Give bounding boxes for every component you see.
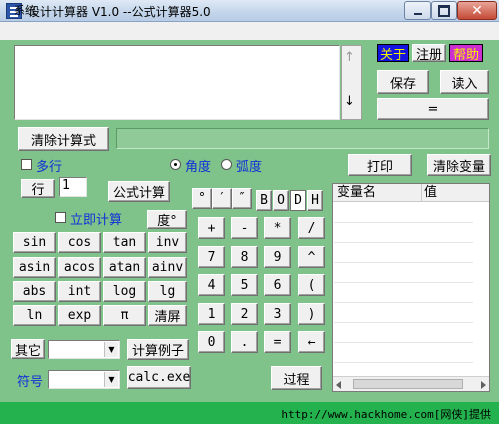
formula-calc-button[interactable]: 公式计算 bbox=[108, 181, 170, 202]
key-2[interactable]: 2 bbox=[231, 303, 258, 325]
calc-example-button[interactable]: 计算例子 bbox=[127, 339, 189, 360]
key-9[interactable]: 9 bbox=[264, 246, 291, 268]
degree-mark-button[interactable]: ° bbox=[192, 188, 212, 209]
key-minus[interactable]: - bbox=[231, 217, 258, 239]
base-octal-button[interactable]: O bbox=[273, 190, 289, 211]
other-combobox[interactable]: ▼ bbox=[48, 340, 120, 359]
menu-bar bbox=[0, 22, 499, 40]
fn-inv-button[interactable]: inv bbox=[148, 232, 187, 253]
variable-name-header[interactable]: 变量名 bbox=[333, 184, 422, 202]
menu-system[interactable]: 系统 bbox=[14, 2, 36, 18]
scroll-left-icon[interactable] bbox=[336, 381, 341, 389]
window-title: 设计计算器 V1.0 --公式计算器5.0 bbox=[28, 5, 211, 19]
read-button[interactable]: 读入 bbox=[440, 70, 489, 94]
minimize-button[interactable] bbox=[404, 1, 431, 20]
register-button[interactable]: 注册 bbox=[412, 44, 446, 63]
key-plus[interactable]: + bbox=[198, 217, 225, 239]
key-decimal[interactable]: . bbox=[231, 331, 258, 353]
second-mark-button[interactable]: ″ bbox=[232, 188, 252, 209]
status-text: http://www.hackhome.com[网侠]提供 bbox=[281, 408, 491, 421]
key-backspace[interactable]: ← bbox=[298, 331, 325, 353]
calc-exe-button[interactable]: calc.exe bbox=[127, 366, 191, 389]
multiline-checkbox[interactable] bbox=[21, 159, 32, 170]
minute-mark-button[interactable]: ′ bbox=[212, 188, 232, 209]
key-equals[interactable]: = bbox=[264, 331, 291, 353]
base-hex-button[interactable]: H bbox=[307, 190, 323, 211]
radian-radio[interactable] bbox=[221, 159, 232, 170]
scroll-right-icon[interactable] bbox=[481, 381, 486, 389]
fn-abs-button[interactable]: abs bbox=[13, 281, 56, 302]
fn-ainv-button[interactable]: ainv bbox=[148, 257, 187, 278]
key-0[interactable]: 0 bbox=[198, 331, 225, 353]
key-right-paren[interactable]: ) bbox=[298, 303, 325, 325]
print-button[interactable]: 打印 bbox=[348, 154, 412, 176]
scroll-down-arrow-icon[interactable]: ↓ bbox=[344, 94, 355, 109]
fn-asin-button[interactable]: asin bbox=[13, 257, 56, 278]
clear-screen-button[interactable]: 清屏 bbox=[148, 305, 187, 326]
fn-atan-button[interactable]: atan bbox=[103, 257, 146, 278]
degree-radio[interactable] bbox=[170, 159, 181, 170]
line-number-input[interactable]: 1 bbox=[59, 177, 87, 197]
key-multiply[interactable]: * bbox=[264, 217, 291, 239]
chevron-down-icon[interactable]: ▼ bbox=[104, 342, 118, 357]
close-icon: ✕ bbox=[471, 2, 483, 19]
key-8[interactable]: 8 bbox=[231, 246, 258, 268]
key-power[interactable]: ^ bbox=[298, 246, 325, 268]
result-display bbox=[116, 128, 489, 149]
degree-symbol-button[interactable]: 度° bbox=[147, 210, 187, 229]
fn-lg-button[interactable]: lg bbox=[148, 281, 187, 302]
about-button[interactable]: 关于 bbox=[377, 44, 409, 63]
immediate-calc-label: 立即计算 bbox=[70, 213, 123, 228]
symbol-combobox[interactable]: ▼ bbox=[48, 370, 120, 389]
key-left-paren[interactable]: ( bbox=[298, 274, 325, 296]
scroll-thumb[interactable] bbox=[353, 379, 463, 389]
line-button[interactable]: 行 bbox=[21, 179, 55, 198]
base-decimal-button[interactable]: D bbox=[290, 190, 306, 211]
help-button[interactable]: 帮助 bbox=[449, 44, 483, 63]
maximize-button[interactable] bbox=[431, 1, 457, 20]
close-button[interactable]: ✕ bbox=[457, 1, 497, 20]
equals-button[interactable]: = bbox=[377, 98, 489, 120]
base-binary-button[interactable]: B bbox=[256, 190, 272, 211]
other-button[interactable]: 其它 bbox=[11, 339, 45, 359]
fn-sin-button[interactable]: sin bbox=[13, 232, 56, 253]
scroll-up-arrow-icon[interactable]: ↑ bbox=[344, 50, 355, 65]
variables-table[interactable]: 变量名 值 bbox=[332, 183, 490, 392]
multiline-label: 多行 bbox=[36, 160, 63, 175]
variable-value-header[interactable]: 值 bbox=[422, 184, 489, 202]
key-divide[interactable]: / bbox=[298, 217, 325, 239]
save-button[interactable]: 保存 bbox=[377, 70, 429, 94]
immediate-calc-checkbox[interactable] bbox=[55, 212, 66, 223]
formula-input[interactable] bbox=[14, 45, 340, 120]
key-7[interactable]: 7 bbox=[198, 246, 225, 268]
process-button[interactable]: 过程 bbox=[271, 366, 322, 390]
key-6[interactable]: 6 bbox=[264, 274, 291, 296]
radian-label: 弧度 bbox=[236, 160, 263, 175]
chevron-down-icon[interactable]: ▼ bbox=[104, 372, 118, 387]
fn-int-button[interactable]: int bbox=[58, 281, 101, 302]
clear-formula-button[interactable]: 清除计算式 bbox=[18, 127, 109, 151]
degree-label: 角度 bbox=[185, 160, 212, 175]
status-bar: http://www.hackhome.com[网侠]提供 bbox=[0, 402, 499, 424]
symbol-label: 符号 bbox=[17, 375, 44, 390]
key-1[interactable]: 1 bbox=[198, 303, 225, 325]
key-5[interactable]: 5 bbox=[231, 274, 258, 296]
key-3[interactable]: 3 bbox=[264, 303, 291, 325]
clear-variables-button[interactable]: 清除变量 bbox=[427, 154, 491, 176]
fn-tan-button[interactable]: tan bbox=[103, 232, 146, 253]
fn-exp-button[interactable]: exp bbox=[58, 305, 101, 326]
fn-log-button[interactable]: log bbox=[103, 281, 146, 302]
key-4[interactable]: 4 bbox=[198, 274, 225, 296]
variables-hscrollbar[interactable] bbox=[333, 376, 489, 391]
fn-ln-button[interactable]: ln bbox=[13, 305, 56, 326]
fn-cos-button[interactable]: cos bbox=[58, 232, 101, 253]
fn-acos-button[interactable]: acos bbox=[58, 257, 101, 278]
fn-pi-button[interactable]: π bbox=[103, 305, 146, 326]
